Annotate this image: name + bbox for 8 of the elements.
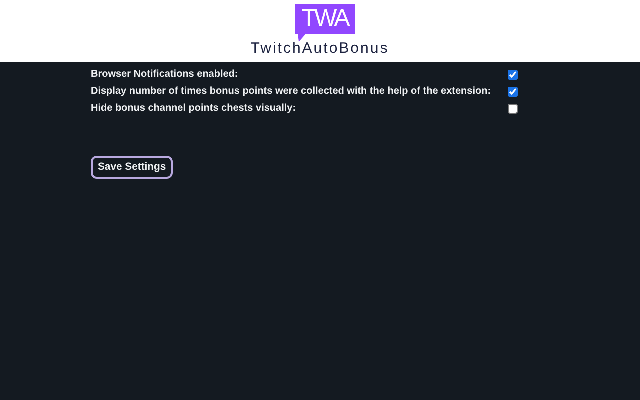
save-button[interactable]: Save Settings	[91, 156, 174, 179]
setting-label: Hide bonus channel points chests visually:	[91, 103, 296, 114]
setting-label: Browser Notifications enabled:	[91, 69, 238, 80]
setting-label: Display number of times bonus points were collected with the help of the extension:	[91, 86, 492, 97]
logo-text: TwitchAutoBonus	[250, 40, 390, 57]
setting-checkbox[interactable]	[508, 104, 518, 114]
setting-checkbox[interactable]	[508, 86, 518, 96]
setting-checkbox[interactable]	[508, 70, 518, 80]
